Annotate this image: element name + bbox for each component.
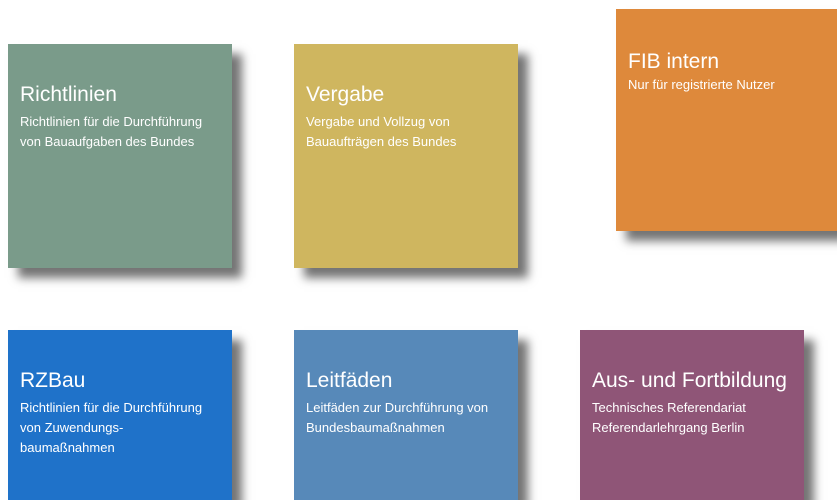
tile-description: Nur für registrierte Nutzer <box>628 77 775 92</box>
tile-title: Aus- und Fortbildung <box>592 369 787 392</box>
tile-fib-intern[interactable]: FIB intern Nur für registrierte Nutzer <box>616 9 837 231</box>
tile-title: RZBau <box>20 369 86 392</box>
tile-richtlinien[interactable]: Richtlinien Richtlinien für die Durchfüh… <box>8 44 232 268</box>
tile-description: Richtlinien für die Durchführung von Bau… <box>20 114 203 149</box>
tile-aus-und-fortbildung[interactable]: Aus- und Fortbildung Technisches Referen… <box>580 330 804 500</box>
tile-leitfaeden[interactable]: Leitfäden Leitfäden zur Durchführung von… <box>294 330 518 500</box>
tile-description: Vergabe und Vollzug von Bauaufträgen des… <box>306 114 457 149</box>
tile-title: Richtlinien <box>20 83 117 106</box>
tile-description: Technisches Referendariat Referendarlehr… <box>592 400 746 435</box>
tile-rzbau[interactable]: RZBau Richtlinien für die Durchführung v… <box>8 330 232 500</box>
tile-title: Leitfäden <box>306 369 393 392</box>
tile-vergabe[interactable]: Vergabe Vergabe und Vollzug von Bauauftr… <box>294 44 518 268</box>
tile-title: FIB intern <box>628 50 720 73</box>
tile-description: Leitfäden zur Durchführung von Bundesbau… <box>306 400 489 435</box>
tile-description: Richtlinien für die Durchführung von Zuw… <box>20 400 203 455</box>
tile-title: Vergabe <box>306 83 385 106</box>
